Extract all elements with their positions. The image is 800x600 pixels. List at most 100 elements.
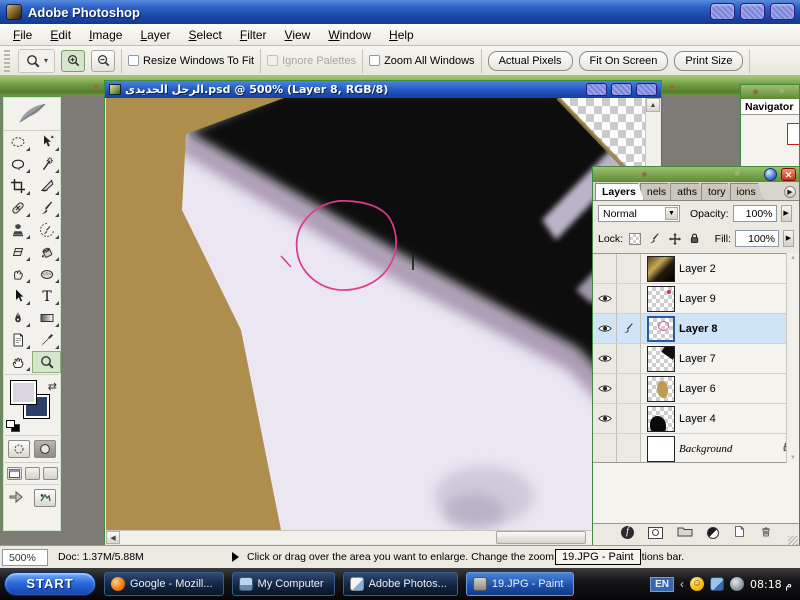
scroll-left-icon[interactable]: ◀ (106, 531, 120, 544)
zoom-tool-icon-selected[interactable] (32, 351, 61, 373)
layer-row[interactable]: Layer 6 (593, 374, 799, 404)
menu-file[interactable]: File (4, 25, 41, 45)
layer-thumbnail[interactable] (647, 436, 675, 462)
taskbar-item-photoshop[interactable]: Adobe Photos... (342, 572, 458, 596)
minimize-button[interactable] (710, 3, 735, 20)
scroll-up-icon[interactable]: ▲ (646, 98, 660, 112)
layers-scrollbar[interactable]: ▲ ▼ (786, 253, 799, 463)
layer-name[interactable]: Layer 4 (679, 404, 799, 433)
lasso-tool-icon[interactable] (3, 153, 32, 175)
layer-thumbnail[interactable] (647, 406, 675, 432)
visibility-cell[interactable] (593, 374, 617, 403)
document-titlebar[interactable]: الرجل الحديدى.psd @ 500% (Layer 8, RGB/8… (105, 81, 661, 98)
layer-name[interactable]: Background (679, 434, 781, 462)
tray-globe-icon[interactable] (729, 577, 744, 591)
menu-window[interactable]: Window (319, 25, 380, 45)
default-colors-icon[interactable] (6, 420, 20, 432)
layer-name[interactable]: Layer 2 (679, 254, 799, 283)
tab-layers[interactable]: Layers (595, 183, 644, 200)
move-tool-icon[interactable] (32, 131, 61, 153)
eyedropper-tool-icon[interactable] (32, 329, 61, 351)
lock-transparency-icon[interactable] (627, 231, 642, 246)
tab-history[interactable]: tory (701, 183, 734, 200)
taskbar-item-my-computer[interactable]: My Computer (231, 572, 335, 596)
standard-screen-mode-button[interactable] (6, 467, 22, 480)
palette-globe-icon[interactable] (764, 168, 777, 181)
eraser-tool-icon[interactable] (3, 241, 32, 263)
tab-paths[interactable]: aths (670, 183, 705, 200)
actual-pixels-button[interactable]: Actual Pixels (487, 50, 573, 71)
options-grip[interactable] (4, 49, 10, 72)
visibility-cell[interactable] (593, 314, 617, 343)
slice-tool-icon[interactable] (32, 175, 61, 197)
new-group-icon[interactable] (677, 525, 693, 540)
horizontal-scrollbar[interactable]: ◀ ▶ (106, 530, 645, 544)
clone-stamp-tool-icon[interactable] (3, 219, 32, 241)
visibility-cell[interactable] (593, 404, 617, 433)
print-size-button[interactable]: Print Size (674, 50, 744, 71)
imageready-icon[interactable] (34, 489, 56, 507)
layer-thumbnail[interactable] (647, 286, 675, 312)
layer-name[interactable]: Layer 6 (679, 374, 799, 403)
layer-thumbnail[interactable] (647, 376, 675, 402)
fit-on-screen-button[interactable]: Fit On Screen (578, 50, 669, 71)
network-icon[interactable] (709, 577, 724, 591)
visibility-cell[interactable] (593, 344, 617, 373)
type-tool-icon[interactable]: T (32, 285, 61, 307)
adjustment-layer-icon[interactable] (707, 526, 719, 539)
menu-view[interactable]: View (276, 25, 320, 45)
zoom-percent-field[interactable]: 500% (2, 548, 48, 566)
layer-row[interactable]: Background (593, 434, 799, 462)
navigator-palette-titlebar[interactable] (741, 85, 799, 99)
paint-bucket-tool-icon[interactable] (32, 241, 61, 263)
menu-image[interactable]: Image (80, 25, 131, 45)
lock-all-icon[interactable] (687, 231, 702, 246)
layer-thumbnail[interactable] (647, 256, 675, 282)
lock-pixels-icon[interactable] (647, 231, 662, 246)
doc-minimize-button[interactable] (586, 83, 607, 96)
zoom-all-windows-checkbox[interactable]: Zoom All Windows (369, 55, 475, 67)
crop-tool-icon[interactable] (3, 175, 32, 197)
canvas-viewport[interactable] (106, 98, 645, 532)
language-indicator[interactable]: EN (650, 576, 674, 592)
resize-windows-checkbox[interactable]: Resize Windows To Fit (128, 55, 254, 67)
start-button[interactable]: START (4, 572, 96, 596)
menu-select[interactable]: Select (179, 25, 230, 45)
new-layer-icon[interactable] (733, 525, 746, 541)
scroll-up-icon[interactable]: ▲ (790, 255, 796, 261)
fullscreen-button[interactable] (42, 467, 58, 480)
layers-palette-titlebar[interactable]: ✕ (593, 167, 799, 182)
zoom-in-button[interactable] (61, 49, 86, 72)
link-cell[interactable] (617, 404, 641, 433)
painting-indicator-icon[interactable] (617, 314, 641, 343)
hand-tool-icon[interactable] (3, 351, 32, 373)
shape-tool-icon[interactable] (32, 307, 61, 329)
brush-tool-icon[interactable] (32, 197, 61, 219)
menu-layer[interactable]: Layer (131, 25, 179, 45)
doc-size-info[interactable]: Doc: 1.37M/5.88M (58, 551, 228, 563)
lock-position-icon[interactable] (667, 231, 682, 246)
horizontal-scroll-thumb[interactable] (496, 531, 586, 544)
link-cell[interactable] (617, 344, 641, 373)
standard-mode-button[interactable] (8, 440, 30, 458)
layer-name[interactable]: Layer 7 (679, 344, 799, 373)
status-arrow-icon[interactable] (232, 552, 239, 562)
layer-thumbnail[interactable] (647, 346, 675, 372)
add-mask-icon[interactable] (648, 526, 663, 539)
tray-collapse-icon[interactable]: ‹ (680, 577, 684, 591)
magic-wand-tool-icon[interactable] (32, 153, 61, 175)
scroll-down-icon[interactable]: ▼ (790, 455, 796, 461)
tab-channels[interactable]: nels (640, 183, 674, 200)
taskbar-item-firefox[interactable]: Google - Mozill... (104, 572, 224, 596)
current-tool-chip[interactable]: ▾ (18, 48, 56, 73)
visibility-cell[interactable] (593, 284, 617, 313)
tab-actions[interactable]: ions (730, 183, 764, 200)
opacity-field[interactable]: 100% (732, 205, 777, 222)
navigator-tab[interactable]: Navigator (741, 99, 799, 115)
fill-field[interactable]: 100% (735, 230, 779, 247)
layer-thumbnail[interactable] (647, 316, 675, 342)
fill-slider-icon[interactable]: ▶ (783, 230, 794, 247)
foreground-color-swatch[interactable] (10, 380, 37, 405)
marquee-tool-icon[interactable] (3, 131, 32, 153)
doc-close-button[interactable] (636, 83, 657, 96)
